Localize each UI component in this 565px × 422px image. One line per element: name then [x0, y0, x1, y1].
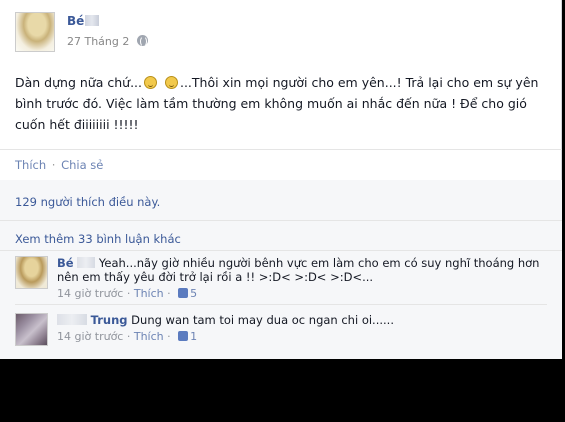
comment-body: Trung Dung wan tam toi may dua oc ngan c… — [57, 313, 545, 344]
comment-like-link[interactable]: Thích — [134, 287, 164, 300]
commenter-name-blur — [77, 257, 96, 268]
likes-summary[interactable]: 129 người thích điều này. — [15, 195, 160, 209]
commenter-avatar[interactable] — [15, 313, 48, 346]
comment-text: Dung wan tam toi may dua oc ngan chi oi.… — [131, 313, 394, 327]
comment-text: Yeah...nãy giờ nhiều người bênh vực em l… — [57, 256, 540, 284]
author-avatar[interactable] — [15, 12, 55, 52]
globe-icon[interactable] — [136, 35, 148, 47]
author-name-blur — [85, 15, 100, 26]
thumbs-up-icon — [178, 331, 189, 341]
post-actions: Thích · Chia sẻ — [15, 158, 103, 172]
divider — [15, 304, 547, 305]
divider — [0, 149, 562, 150]
view-more-comments-link[interactable]: Xem thêm 33 bình luận khác — [15, 232, 181, 246]
thumbs-up-icon — [178, 288, 189, 298]
feedback-section: 129 người thích điều này. Xem thêm 33 bì… — [0, 180, 562, 359]
author-name[interactable]: Bé — [67, 14, 84, 28]
comment-like-count[interactable]: 1 — [190, 330, 197, 343]
commenter-name-blur — [57, 314, 87, 325]
commenter-name[interactable]: Bé — [57, 256, 74, 270]
comment-time[interactable]: 14 giờ trước — [57, 287, 123, 300]
commenter-avatar[interactable] — [15, 256, 48, 289]
comment-like-count[interactable]: 5 — [190, 287, 197, 300]
post-meta: 27 Tháng 2 — [67, 35, 148, 48]
like-link[interactable]: Thích — [15, 158, 46, 172]
comment-time[interactable]: 14 giờ trước — [57, 330, 123, 343]
confused-emoji-icon — [143, 76, 157, 89]
post-header: Bé 27 Tháng 2 — [15, 12, 535, 56]
share-link[interactable]: Chia sẻ — [61, 158, 103, 172]
post-date[interactable]: 27 Tháng 2 — [67, 35, 129, 48]
divider — [0, 220, 562, 221]
post-text-part-1: Dàn dựng nữa chứ... — [15, 75, 142, 90]
separator: · — [51, 158, 56, 172]
author-name-link[interactable]: Bé — [67, 14, 100, 28]
comment-body: Bé Yeah...nãy giờ nhiều người bênh vực e… — [57, 256, 545, 301]
post-card: Bé 27 Tháng 2 Dàn dựng nữa chứ... ...Thô… — [0, 0, 562, 359]
commenter-name[interactable]: Trung — [91, 313, 128, 327]
comment-like-link[interactable]: Thích — [134, 330, 164, 343]
comment-meta: 14 giờ trước · Thích · 5 — [57, 287, 198, 300]
divider — [0, 250, 562, 251]
post-text: Dàn dựng nữa chứ... ...Thôi xin mọi ngườ… — [15, 72, 540, 135]
comment-meta: 14 giờ trước · Thích · 1 — [57, 330, 198, 343]
confused-emoji-icon — [164, 76, 178, 89]
